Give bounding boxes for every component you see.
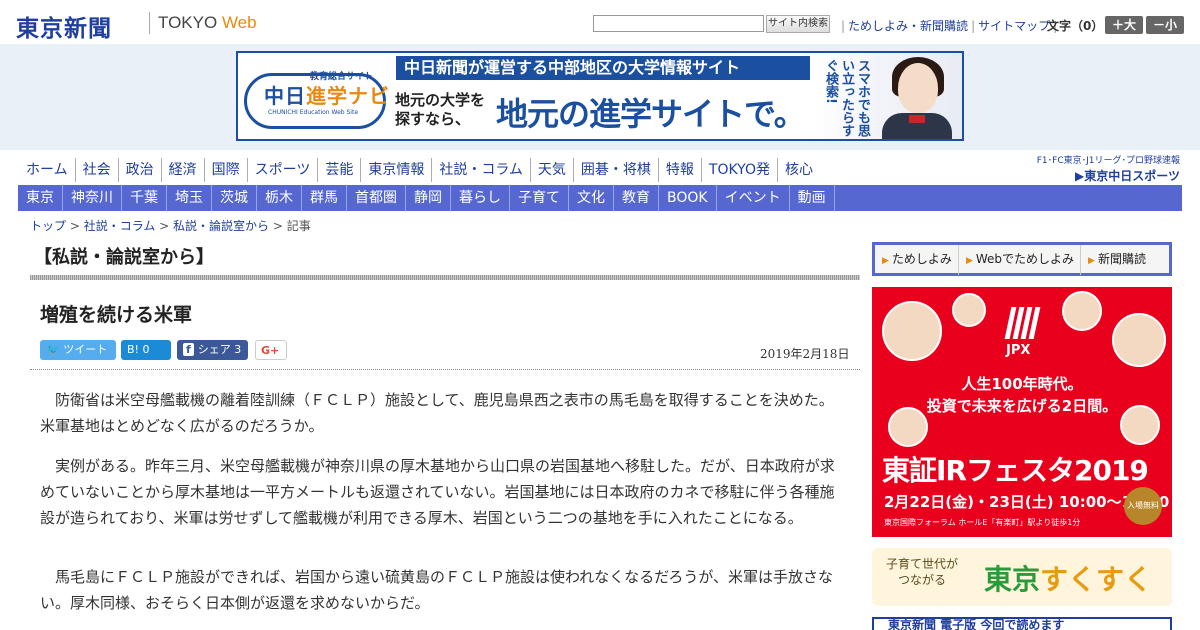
site-header: 東京新聞 TOKYO Web サイト内検索 | ためしよみ・新聞購読 | サイトマップ… [0,0,1200,44]
regional-nav-item-12[interactable]: 教育 [614,185,659,211]
sukusuku-tagline: 子育て世代が つながる [886,557,959,587]
font-increase-button[interactable]: ＋大 [1105,16,1143,34]
jpx-festa-title: 東証IRフェスタ2019 [882,454,1149,487]
nav-item-11[interactable]: 特報 [657,158,701,182]
font-size-label: 文字（0） [1047,19,1104,33]
tokyo-sukusuku-ad[interactable]: 子育て世代が つながる 東京すくすく [872,548,1172,606]
header-links: | ためしよみ・新聞購読 | サイトマップ | [841,19,1058,33]
logo-divider [149,12,150,34]
nav-item-7[interactable]: 東京情報 [360,158,431,182]
jpx-logo-icon [1004,307,1041,339]
regional-nav: 東京 神奈川 千葉 埼玉 茨城 栃木 群馬 首都圏 静岡 暮らし 子育て 文化 教育 BOOK イベント 動画 [18,185,1182,211]
regional-nav-item-8[interactable]: 静岡 [406,185,451,211]
article-title: 増殖を続ける米軍 [40,304,193,326]
tokyo-shimbun-digital-ad[interactable]: 東京新聞 電子版 今回で読めます [872,617,1172,630]
regional-nav-item-11[interactable]: 文化 [569,185,614,211]
nav-item-2[interactable]: 政治 [117,158,161,182]
nav-item-3[interactable]: 経済 [160,158,204,182]
article-date: 2019年2月18日 [760,347,850,361]
site-logo[interactable]: 東京新聞 [16,9,112,43]
twitter-icon: 🐦 [46,343,64,356]
banner-big-copy: 地元の進学サイトで。 [496,95,806,133]
breadcrumb-top[interactable]: トップ [30,219,66,233]
nav-item-9[interactable]: 天気 [529,158,573,182]
section-divider [30,275,860,280]
regional-nav-item-13[interactable]: BOOK [659,185,717,211]
font-decrease-button[interactable]: －小 [1146,16,1184,34]
section-title: 【私説・論説室から】 [34,247,214,268]
regional-nav-item-15[interactable]: 動画 [790,185,835,211]
trial-subscribe-link[interactable]: ためしよみ・新聞購読 [848,19,968,33]
regional-nav-item-7[interactable]: 首都圏 [347,185,406,211]
banner-photo: スマホでも思い立ったらすぐ検索! [812,53,962,139]
jpx-ir-festa-ad[interactable]: JPX 人生100年時代。 投資で未来を広げる2日間。 東証IRフェスタ2019… [872,287,1172,537]
newspaper-subscribe-link[interactable]: ▶ 新聞購読 [1081,245,1152,275]
tokyo-web-logo[interactable]: TOKYO Web [158,13,257,33]
regional-nav-item-3[interactable]: 埼玉 [167,185,212,211]
nav-item-0[interactable]: ホーム [18,158,75,182]
arrow-right-icon: ▶ [1088,256,1095,266]
article-paragraph: 防衛省は米空母艦載機の離着陸訓練（ＦＣＬＰ）施設として、鹿児島県西之表市の馬毛島… [40,391,834,435]
student-face [898,63,938,113]
person-photo [882,301,942,361]
regional-nav-item-6[interactable]: 群馬 [302,185,347,211]
regional-nav-item-0[interactable]: 東京 [18,185,63,211]
nav-item-8[interactable]: 社説・コラム [431,158,530,182]
nav-item-12[interactable]: TOKYO発 [700,158,777,182]
person-photo [1112,313,1166,367]
breadcrumb-column[interactable]: 私説・論説室から [173,219,269,233]
article-paragraph: 実例がある。昨年三月、米空母艦載機が神奈川県の厚木基地から山口県の岩国基地へ移駐… [40,457,835,527]
sukusuku-title: 東京すくすく [984,563,1153,596]
hatena-bookmark-button[interactable]: B! 0 [121,340,171,360]
shingaku-navi-banner[interactable]: 教育総合サイト 中日進学ナビ CHUNICHI Education Web Si… [236,51,964,141]
jpx-festa-place: 東京国際フォーラム ホールE「有楽町」駅より徒歩1分 [884,518,1081,527]
nav-item-6[interactable]: 芸能 [317,158,360,182]
jpx-free-badge: 入場無料 [1124,487,1162,525]
subscribe-links-box: ▶ ためしよみ ▶ Webでためしよみ ▶ 新聞購読 [872,242,1172,276]
facebook-icon: f [183,343,194,356]
person-photo [1062,291,1102,331]
search-input[interactable] [593,15,764,32]
site-search-button[interactable]: サイト内検索 [766,15,830,33]
facebook-share-button[interactable]: f シェア 3 [177,340,248,360]
nav-item-10[interactable]: 囲碁・将棋 [572,158,658,182]
regional-nav-item-9[interactable]: 暮らし [451,185,510,211]
sitemap-link[interactable]: サイトマップ [978,19,1050,33]
regional-nav-item-5[interactable]: 栃木 [257,185,302,211]
nav-item-1[interactable]: 社会 [74,158,118,182]
google-plus-button[interactable]: G+ [255,340,287,360]
chunichi-sports-link[interactable]: F1･FC東京･J1リーグ･プロ野球速報 ▶東京中日スポーツ [1028,153,1180,183]
trial-reading-link[interactable]: ▶ ためしよみ [875,245,959,275]
regional-nav-item-2[interactable]: 千葉 [122,185,167,211]
breadcrumb-current: 記事 [286,219,311,233]
regional-nav-item-1[interactable]: 神奈川 [63,185,122,211]
breadcrumb-editorial[interactable]: 社説・コラム [84,219,156,233]
article-paragraph: 馬毛島にＦＣＬＰ施設ができれば、岩国から遠い硫黄島のＦＣＬＰ施設は使われなくなる… [40,568,834,612]
regional-nav-item-10[interactable]: 子育て [510,185,569,211]
arrow-right-icon: ▶ [965,256,973,266]
banner-left-copy: 地元の大学を 探すなら、 [395,91,486,128]
jpx-logo-text: JPX [1006,343,1031,358]
nav-item-4[interactable]: 国際 [203,158,247,182]
jpx-copy-line1: 人生100年時代。 [961,375,1083,393]
person-photo [952,293,986,327]
web-trial-reading-link[interactable]: ▶ Webでためしよみ [959,245,1082,275]
nav-item-5[interactable]: スポーツ [246,158,318,182]
banner-logo-text: 中日進学ナビ [264,84,390,108]
breadcrumb: トップ > 社説・コラム > 私説・論説室から > 記事 [30,219,311,233]
banner-headline: 中日新聞が運営する中部地区の大学情報サイト [396,56,810,80]
banner-logo-sub: CHUNICHI Education Web Site [268,109,359,116]
arrow-right-icon: ▶ [882,256,889,266]
regional-nav-item-4[interactable]: 茨城 [212,185,257,211]
nav-item-13[interactable]: 核心 [776,158,820,182]
primary-nav: ホーム 社会 政治 経済 国際 スポーツ 芸能 東京情報 社説・コラム 天気 囲碁・将棋 特報 TOKY… [18,158,820,182]
jpx-copy-line2: 投資で未来を広げる2日間。 [926,397,1118,415]
banner-vertical-copy: スマホでも思い立ったらすぐ検索! [823,59,870,137]
article-divider [30,369,860,370]
regional-nav-item-14[interactable]: イベント [717,185,790,211]
tweet-button[interactable]: 🐦 ツイート [40,340,116,360]
